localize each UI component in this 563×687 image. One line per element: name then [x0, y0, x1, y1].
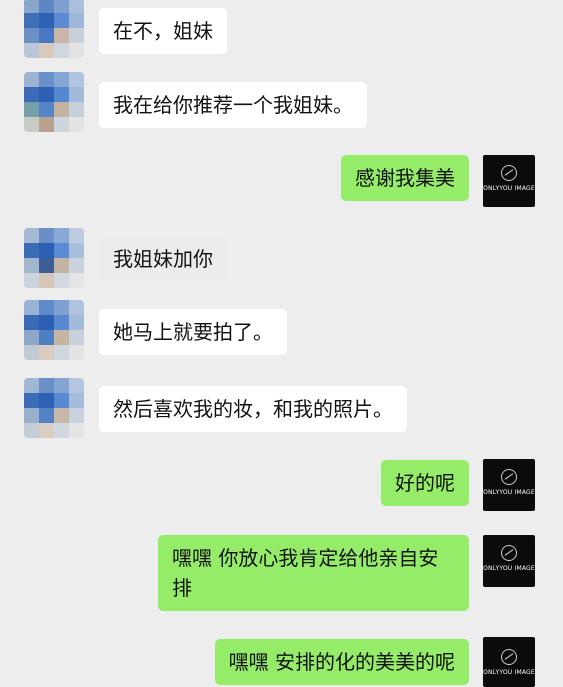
- message-bubble-outgoing[interactable]: 好的呢: [381, 460, 469, 506]
- self-avatar[interactable]: ONLYYOU IMAGE · · · · ·: [483, 459, 535, 511]
- brand-name: ONLYYOU IMAGE: [483, 564, 535, 572]
- contact-avatar[interactable]: [24, 72, 84, 132]
- contact-avatar[interactable]: [24, 300, 84, 360]
- message-bubble-incoming[interactable]: 然后喜欢我的妆，和我的照片。: [99, 386, 407, 432]
- message-bubble-incoming[interactable]: 她马上就要拍了。: [99, 309, 287, 355]
- brand-logo-icon: [501, 468, 517, 485]
- brand-logo-icon: [501, 648, 517, 665]
- message-bubble-outgoing[interactable]: 嘿嘿 你放心我肯定给他亲自安排: [158, 535, 469, 611]
- brand-subline-decoration: · · · · ·: [500, 497, 518, 502]
- contact-avatar[interactable]: [24, 0, 84, 58]
- brand-subline-decoration: · · · · ·: [500, 573, 518, 578]
- brand-subline-decoration: · · · · ·: [500, 193, 518, 198]
- brand-name: ONLYYOU IMAGE: [483, 488, 535, 496]
- message-bubble-outgoing[interactable]: 感谢我集美: [341, 155, 469, 201]
- self-avatar[interactable]: ONLYYOU IMAGE · · · · ·: [483, 155, 535, 207]
- self-avatar[interactable]: ONLYYOU IMAGE: [483, 637, 535, 687]
- brand-logo-icon: [501, 544, 517, 561]
- message-bubble-incoming[interactable]: 在不，姐妹: [99, 8, 227, 54]
- brand-name: ONLYYOU IMAGE: [483, 668, 535, 676]
- self-avatar[interactable]: ONLYYOU IMAGE · · · · ·: [483, 535, 535, 587]
- contact-avatar[interactable]: [24, 228, 84, 288]
- message-bubble-outgoing[interactable]: 嘿嘿 安排的化的美美的呢: [214, 639, 469, 685]
- brand-logo-icon: [501, 164, 517, 181]
- message-bubble-incoming[interactable]: 我姐妹加你: [99, 236, 227, 282]
- message-bubble-incoming[interactable]: 我在给你推荐一个我姐妹。: [99, 82, 367, 128]
- contact-avatar[interactable]: [24, 378, 84, 438]
- brand-name: ONLYYOU IMAGE: [483, 184, 535, 192]
